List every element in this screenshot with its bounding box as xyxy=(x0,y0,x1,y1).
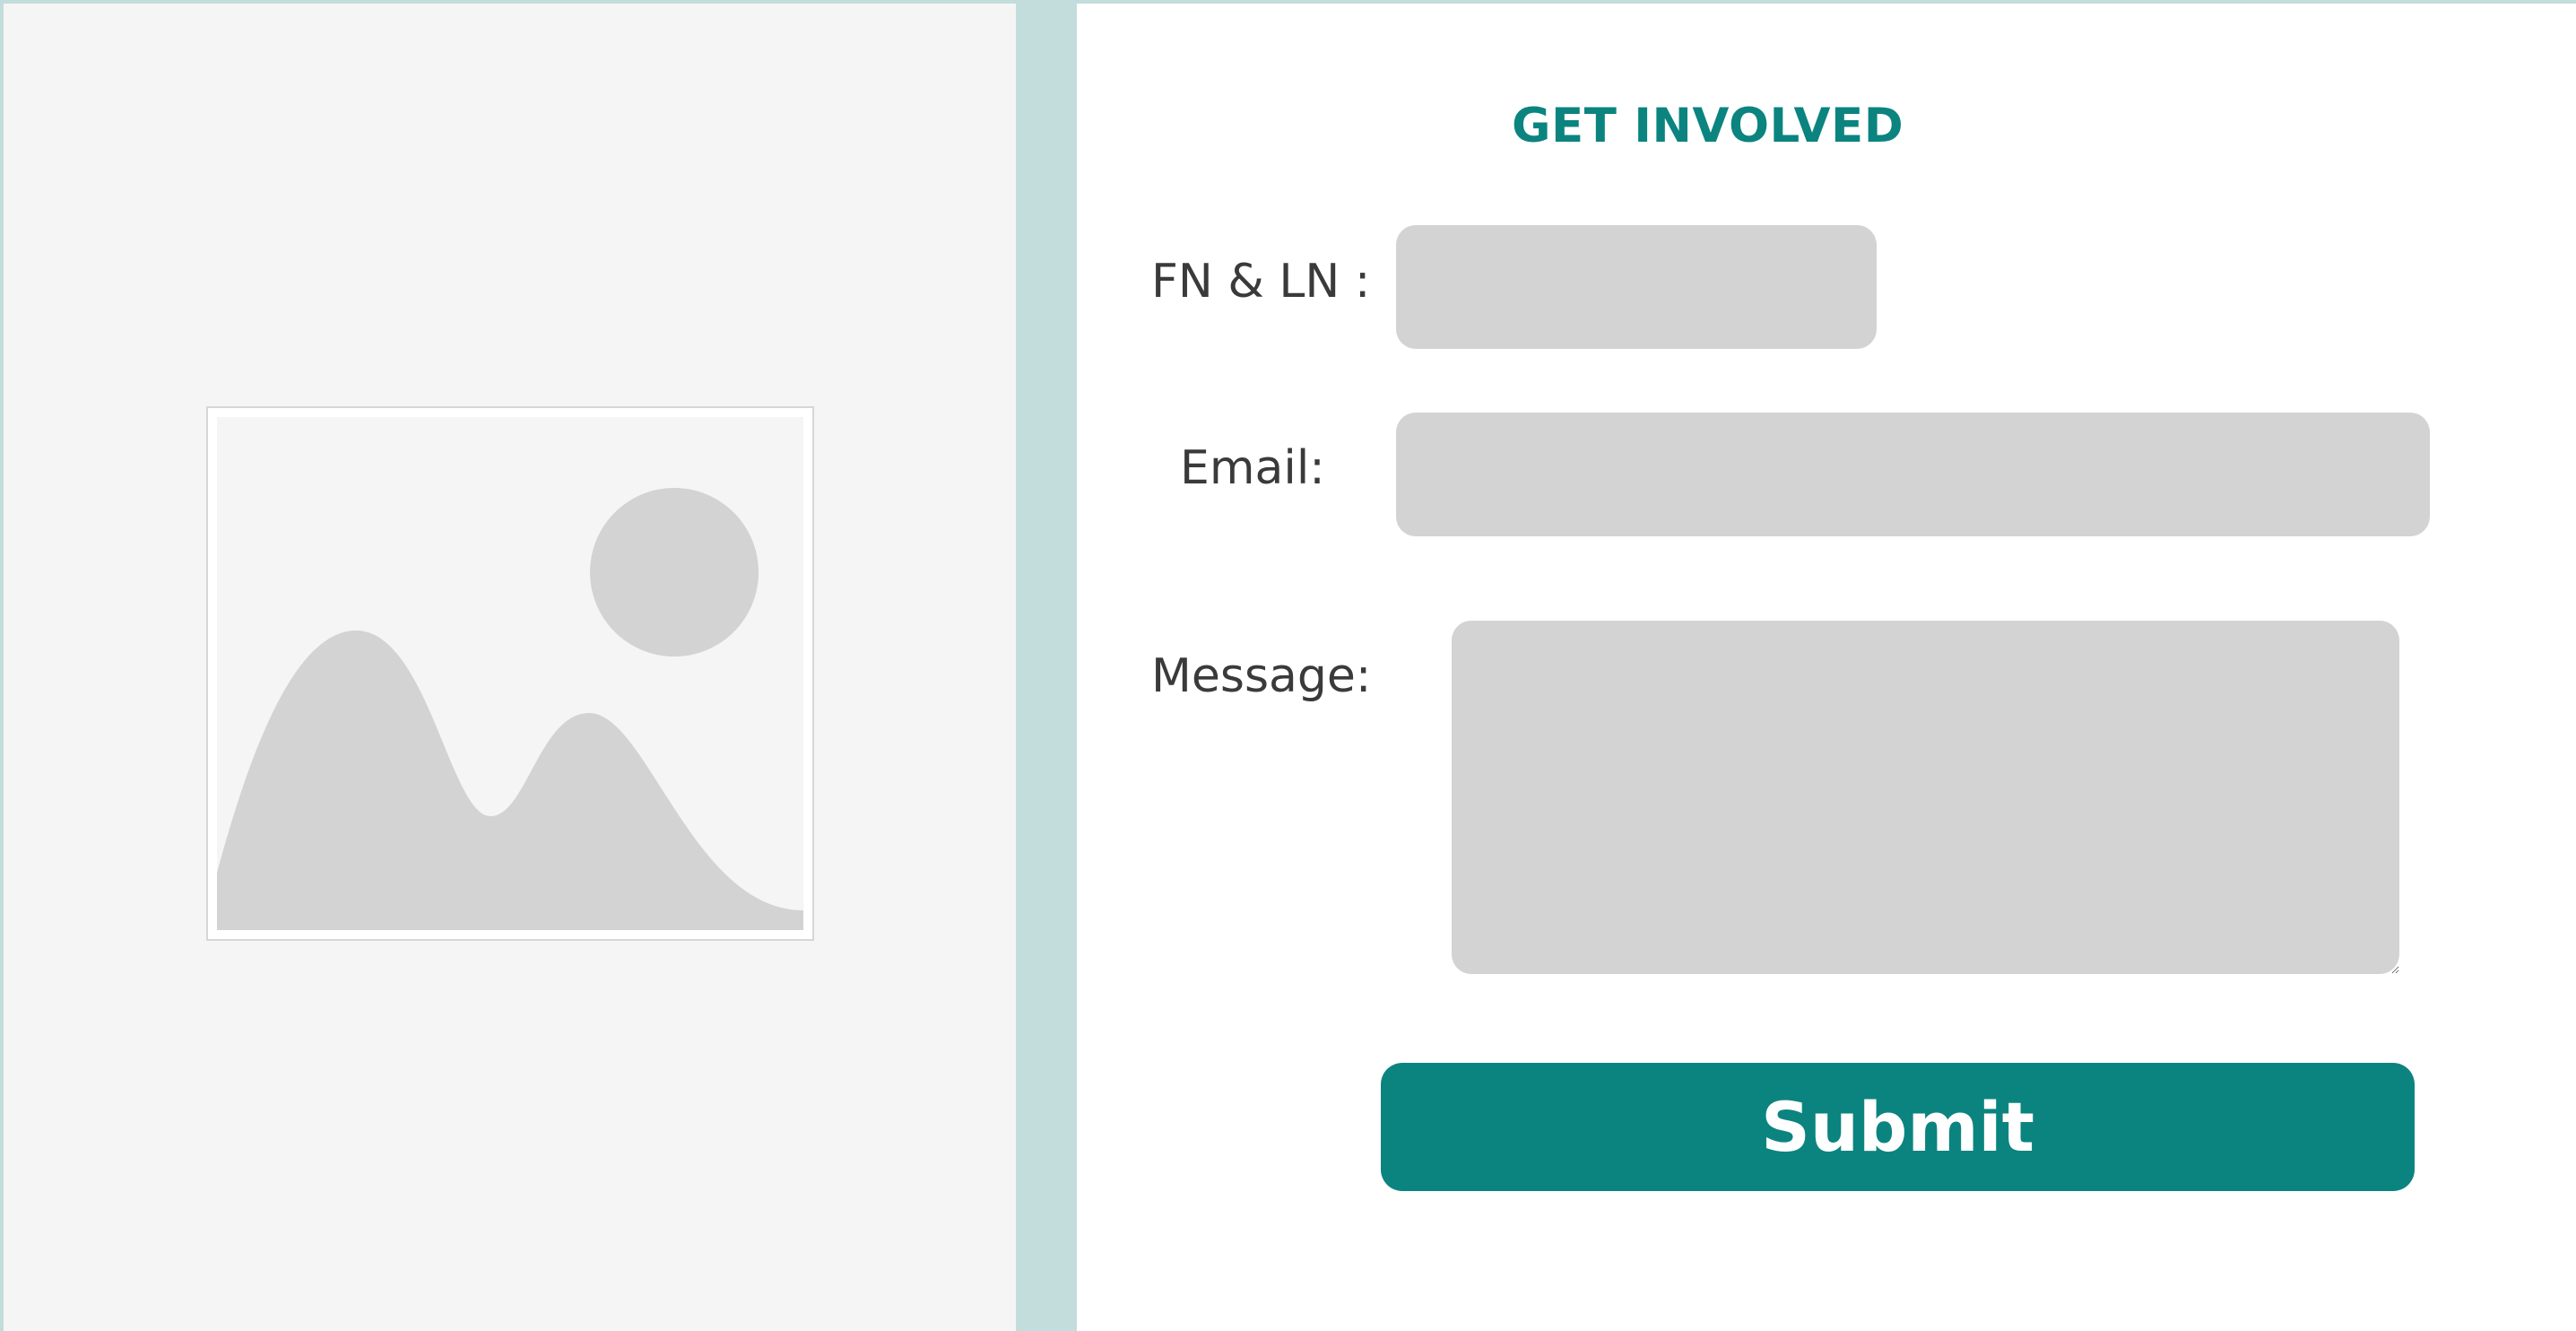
message-textarea[interactable] xyxy=(1452,621,2399,974)
left-panel xyxy=(0,4,1016,1331)
image-placeholder xyxy=(206,406,814,941)
email-input[interactable] xyxy=(1396,413,2430,536)
panel-divider xyxy=(1016,4,1077,1331)
name-label: FN & LN : xyxy=(1151,255,1371,309)
form-title: GET INVOLVED xyxy=(1512,99,1904,153)
email-label: Email: xyxy=(1180,441,1325,495)
name-input[interactable] xyxy=(1396,225,1877,349)
image-placeholder-icon xyxy=(217,417,803,930)
submit-button[interactable]: Submit xyxy=(1381,1063,2415,1191)
page: GET INVOLVED FN & LN : Email: Message: S… xyxy=(0,0,2576,1331)
message-label: Message: xyxy=(1151,649,1372,703)
